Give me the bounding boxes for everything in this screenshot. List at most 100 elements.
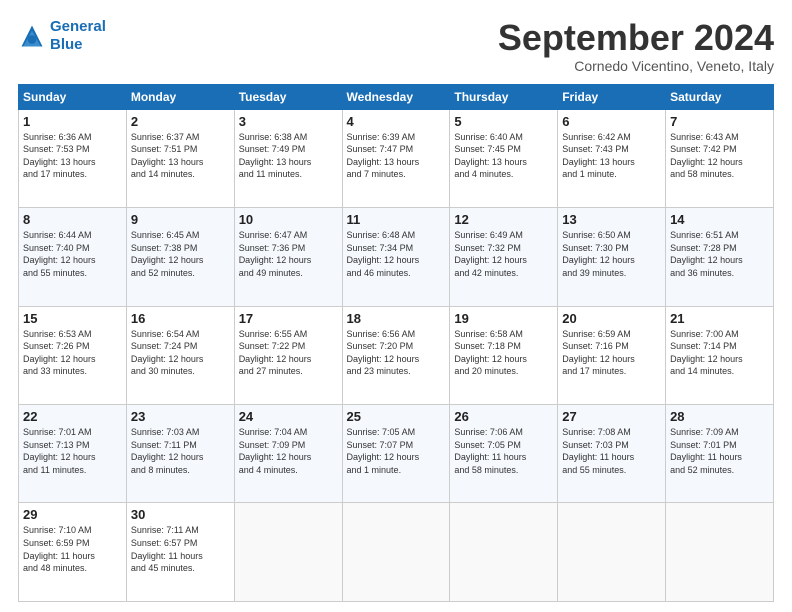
col-sunday: Sunday <box>19 84 127 109</box>
table-row: 24 Sunrise: 7:04 AMSunset: 7:09 PMDayligh… <box>234 405 342 503</box>
day-number: 3 <box>239 114 338 129</box>
table-row <box>342 503 450 602</box>
day-number: 10 <box>239 212 338 227</box>
table-row: 25Sunrise: 7:05 AMSunset: 7:07 PMDayligh… <box>342 405 450 503</box>
day-info: Sunrise: 7:01 AMSunset: 7:13 PMDaylight:… <box>23 426 122 476</box>
table-row: 11Sunrise: 6:48 AMSunset: 7:34 PMDayligh… <box>342 208 450 306</box>
day-info: Sunrise: 6:58 AMSunset: 7:18 PMDaylight:… <box>454 328 553 378</box>
table-row: 19 Sunrise: 6:58 AMSunset: 7:18 PMDayligh… <box>450 306 558 404</box>
table-row: 17 Sunrise: 6:55 AMSunset: 7:22 PMDayligh… <box>234 306 342 404</box>
calendar-week-row: 8 Sunrise: 6:44 AMSunset: 7:40 PMDaylight… <box>19 208 774 306</box>
day-number: 28 <box>670 409 769 424</box>
table-row: 6Sunrise: 6:42 AMSunset: 7:43 PMDaylight… <box>558 109 666 207</box>
day-number: 15 <box>23 311 122 326</box>
day-info: Sunrise: 6:50 AMSunset: 7:30 PMDaylight:… <box>562 229 661 279</box>
day-info: Sunrise: 6:53 AMSunset: 7:26 PMDaylight:… <box>23 328 122 378</box>
title-block: September 2024 Cornedo Vicentino, Veneto… <box>498 18 774 74</box>
day-info: Sunrise: 6:55 AMSunset: 7:22 PMDaylight:… <box>239 328 338 378</box>
day-info: Sunrise: 7:03 AMSunset: 7:11 PMDaylight:… <box>131 426 230 476</box>
day-info: Sunrise: 6:47 AMSunset: 7:36 PMDaylight:… <box>239 229 338 279</box>
table-row: 1 Sunrise: 6:36 AMSunset: 7:53 PMDaylight… <box>19 109 127 207</box>
day-number: 27 <box>562 409 661 424</box>
day-number: 14 <box>670 212 769 227</box>
table-row <box>450 503 558 602</box>
calendar-table: Sunday Monday Tuesday Wednesday Thursday… <box>18 84 774 602</box>
day-info: Sunrise: 6:56 AMSunset: 7:20 PMDaylight:… <box>347 328 446 378</box>
table-row: 30Sunrise: 7:11 AMSunset: 6:57 PMDayligh… <box>126 503 234 602</box>
day-number: 8 <box>23 212 122 227</box>
day-number: 16 <box>131 311 230 326</box>
col-wednesday: Wednesday <box>342 84 450 109</box>
subtitle: Cornedo Vicentino, Veneto, Italy <box>498 58 774 74</box>
day-info: Sunrise: 6:54 AMSunset: 7:24 PMDaylight:… <box>131 328 230 378</box>
logo-icon <box>18 22 46 50</box>
table-row: 4Sunrise: 6:39 AMSunset: 7:47 PMDaylight… <box>342 109 450 207</box>
day-number: 4 <box>347 114 446 129</box>
day-info: Sunrise: 7:08 AMSunset: 7:03 PMDaylight:… <box>562 426 661 476</box>
table-row: 16 Sunrise: 6:54 AMSunset: 7:24 PMDayligh… <box>126 306 234 404</box>
table-row: 2 Sunrise: 6:37 AMSunset: 7:51 PMDaylight… <box>126 109 234 207</box>
table-row: 8 Sunrise: 6:44 AMSunset: 7:40 PMDaylight… <box>19 208 127 306</box>
table-row: 3 Sunrise: 6:38 AMSunset: 7:49 PMDaylight… <box>234 109 342 207</box>
day-number: 20 <box>562 311 661 326</box>
logo-text: General Blue <box>50 18 106 54</box>
day-number: 9 <box>131 212 230 227</box>
day-info: Sunrise: 7:00 AMSunset: 7:14 PMDaylight:… <box>670 328 769 378</box>
calendar-header-row: Sunday Monday Tuesday Wednesday Thursday… <box>19 84 774 109</box>
day-number: 7 <box>670 114 769 129</box>
col-friday: Friday <box>558 84 666 109</box>
table-row: 21 Sunrise: 7:00 AMSunset: 7:14 PMDayligh… <box>666 306 774 404</box>
day-info: Sunrise: 6:40 AMSunset: 7:45 PMDaylight:… <box>454 131 553 181</box>
day-info: Sunrise: 7:04 AMSunset: 7:09 PMDaylight:… <box>239 426 338 476</box>
day-info: Sunrise: 6:36 AMSunset: 7:53 PMDaylight:… <box>23 131 122 181</box>
day-number: 5 <box>454 114 553 129</box>
day-number: 22 <box>23 409 122 424</box>
table-row: 10 Sunrise: 6:47 AMSunset: 7:36 PMDayligh… <box>234 208 342 306</box>
col-monday: Monday <box>126 84 234 109</box>
day-number: 12 <box>454 212 553 227</box>
day-info: Sunrise: 6:42 AMSunset: 7:43 PMDaylight:… <box>562 131 661 181</box>
table-row <box>666 503 774 602</box>
day-number: 2 <box>131 114 230 129</box>
table-row: 27 Sunrise: 7:08 AMSunset: 7:03 PMDayligh… <box>558 405 666 503</box>
day-number: 30 <box>131 507 230 522</box>
header: General Blue September 2024 Cornedo Vice… <box>18 18 774 74</box>
logo: General Blue <box>18 18 106 54</box>
day-info: Sunrise: 7:05 AMSunset: 7:07 PMDaylight:… <box>347 426 446 476</box>
day-info: Sunrise: 6:59 AMSunset: 7:16 PMDaylight:… <box>562 328 661 378</box>
table-row <box>558 503 666 602</box>
day-number: 23 <box>131 409 230 424</box>
day-info: Sunrise: 6:37 AMSunset: 7:51 PMDaylight:… <box>131 131 230 181</box>
table-row: 12 Sunrise: 6:49 AMSunset: 7:32 PMDayligh… <box>450 208 558 306</box>
day-info: Sunrise: 6:49 AMSunset: 7:32 PMDaylight:… <box>454 229 553 279</box>
table-row: 22 Sunrise: 7:01 AMSunset: 7:13 PMDayligh… <box>19 405 127 503</box>
calendar-week-row: 29Sunrise: 7:10 AMSunset: 6:59 PMDayligh… <box>19 503 774 602</box>
day-number: 13 <box>562 212 661 227</box>
col-tuesday: Tuesday <box>234 84 342 109</box>
day-number: 26 <box>454 409 553 424</box>
day-number: 24 <box>239 409 338 424</box>
month-title: September 2024 <box>498 18 774 58</box>
day-number: 18 <box>347 311 446 326</box>
day-info: Sunrise: 6:51 AMSunset: 7:28 PMDaylight:… <box>670 229 769 279</box>
day-number: 11 <box>347 212 446 227</box>
day-info: Sunrise: 7:06 AMSunset: 7:05 PMDaylight:… <box>454 426 553 476</box>
table-row: 13 Sunrise: 6:50 AMSunset: 7:30 PMDayligh… <box>558 208 666 306</box>
day-number: 17 <box>239 311 338 326</box>
calendar-week-row: 1 Sunrise: 6:36 AMSunset: 7:53 PMDaylight… <box>19 109 774 207</box>
table-row: 26 Sunrise: 7:06 AMSunset: 7:05 PMDayligh… <box>450 405 558 503</box>
day-info: Sunrise: 6:44 AMSunset: 7:40 PMDaylight:… <box>23 229 122 279</box>
calendar-week-row: 15 Sunrise: 6:53 AMSunset: 7:26 PMDayligh… <box>19 306 774 404</box>
day-info: Sunrise: 6:38 AMSunset: 7:49 PMDaylight:… <box>239 131 338 181</box>
table-row: 23 Sunrise: 7:03 AMSunset: 7:11 PMDayligh… <box>126 405 234 503</box>
day-number: 21 <box>670 311 769 326</box>
table-row: 5 Sunrise: 6:40 AMSunset: 7:45 PMDaylight… <box>450 109 558 207</box>
table-row <box>234 503 342 602</box>
logo-general: General <box>50 18 106 35</box>
day-number: 1 <box>23 114 122 129</box>
day-number: 19 <box>454 311 553 326</box>
logo-blue: Blue <box>50 36 83 53</box>
table-row: 18 Sunrise: 6:56 AMSunset: 7:20 PMDayligh… <box>342 306 450 404</box>
table-row: 15 Sunrise: 6:53 AMSunset: 7:26 PMDayligh… <box>19 306 127 404</box>
table-row: 7Sunrise: 6:43 AMSunset: 7:42 PMDaylight… <box>666 109 774 207</box>
